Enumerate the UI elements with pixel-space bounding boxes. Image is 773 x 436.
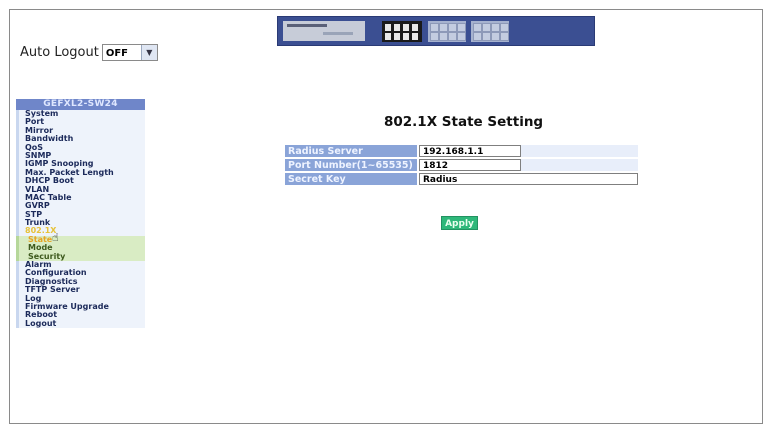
sidebar-menu: GEFXL2-SW24 System Port Mirror Bandwidth… <box>16 99 145 329</box>
form-row: Port Number(1~65535) 1812 <box>285 159 638 171</box>
apply-button[interactable]: Apply <box>441 216 478 230</box>
form-value-cell: 192.168.1.1 <box>419 145 638 157</box>
auto-logout: Auto Logout OFF ▼ <box>20 44 158 61</box>
switch-banner-image <box>277 16 595 46</box>
auto-logout-value: OFF <box>105 48 128 59</box>
hand-pointer-icon: ☝ <box>52 230 59 244</box>
auto-logout-select[interactable]: OFF ▼ <box>101 44 158 61</box>
switch-port-group <box>471 21 509 42</box>
settings-form: Radius Server 192.168.1.1 Port Number(1~… <box>283 143 640 187</box>
switch-port-group <box>428 21 466 42</box>
auto-logout-label: Auto Logout <box>20 45 99 60</box>
secret-key-label: Secret Key <box>285 173 417 185</box>
form-value-cell: 1812 <box>419 159 638 171</box>
switch-ports <box>382 21 422 42</box>
radius-server-input[interactable]: 192.168.1.1 <box>419 145 521 157</box>
port-number-input[interactable]: 1812 <box>419 159 521 171</box>
switch-front-panel <box>283 21 365 41</box>
chevron-down-icon[interactable]: ▼ <box>140 45 157 60</box>
page-title: 802.1X State Setting <box>384 114 544 130</box>
form-row: Radius Server 192.168.1.1 <box>285 145 638 157</box>
port-number-label: Port Number(1~65535) <box>285 159 417 171</box>
form-value-cell: Radius <box>419 173 638 185</box>
sidebar-item-logout[interactable]: Logout <box>16 319 145 329</box>
secret-key-input[interactable]: Radius <box>419 173 638 185</box>
form-row: Secret Key Radius <box>285 173 638 185</box>
radius-server-label: Radius Server <box>285 145 417 157</box>
